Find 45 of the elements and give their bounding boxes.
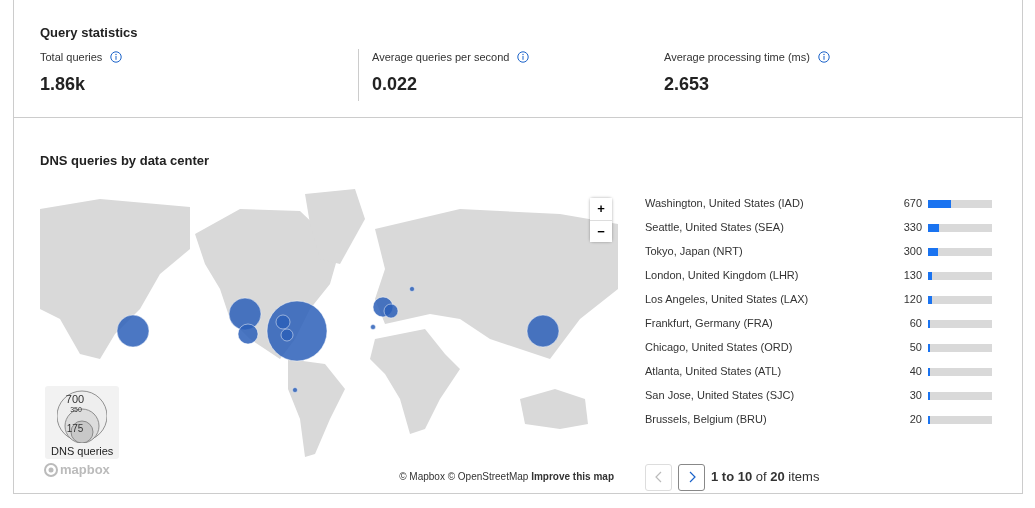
left-chevron-icon bbox=[654, 471, 663, 483]
query-count: 130 bbox=[902, 268, 923, 284]
right-chevron-icon bbox=[687, 471, 696, 483]
info-icon[interactable] bbox=[110, 50, 123, 63]
legend-value: 175 bbox=[66, 423, 84, 434]
zoom-in-button[interactable]: + bbox=[590, 197, 612, 220]
section-title: Query statistics bbox=[40, 24, 139, 42]
location-name: Washington, United States (IAD) bbox=[645, 196, 805, 212]
stat-value: 1.86k bbox=[40, 73, 87, 96]
location-name: Tokyo, Japan (NRT) bbox=[645, 244, 744, 260]
stat-value: 0.022 bbox=[372, 73, 419, 96]
stat-label: Average processing time (ms) bbox=[664, 49, 810, 65]
query-count: 50 bbox=[908, 340, 923, 356]
info-icon[interactable] bbox=[817, 50, 830, 63]
attribution-text: © Mapbox © OpenStreetMap bbox=[399, 470, 529, 482]
section-title: DNS queries by data center bbox=[40, 152, 211, 170]
query-count: 300 bbox=[902, 244, 923, 260]
query-count: 670 bbox=[902, 196, 923, 212]
legend-title: DNS queries bbox=[51, 443, 114, 459]
location-name: Frankfurt, Germany (FRA) bbox=[645, 316, 774, 332]
improve-map-link[interactable]: Improve this map bbox=[531, 470, 614, 482]
location-name: Seattle, United States (SEA) bbox=[645, 220, 785, 236]
pagination-summary: 1 to 10 of 20 items bbox=[711, 468, 820, 487]
location-name: Chicago, United States (ORD) bbox=[645, 340, 794, 356]
location-name: Atlanta, United States (ATL) bbox=[645, 364, 783, 380]
query-count: 120 bbox=[902, 292, 923, 308]
legend-circles-icon bbox=[57, 388, 107, 443]
next-page-button[interactable] bbox=[678, 463, 705, 491]
location-name: Los Angeles, United States (LAX) bbox=[645, 292, 810, 308]
location-name: Brussels, Belgium (BRU) bbox=[645, 412, 768, 428]
location-name: London, United Kingdom (LHR) bbox=[645, 268, 800, 284]
logo-text: mapbox bbox=[60, 461, 110, 479]
query-count: 20 bbox=[908, 412, 923, 428]
stat-label: Total queries bbox=[40, 49, 103, 65]
query-count: 330 bbox=[902, 220, 923, 236]
info-icon[interactable] bbox=[517, 50, 530, 63]
location-name: San Jose, United States (SJC) bbox=[645, 388, 796, 404]
stat-label: Average queries per second bbox=[372, 49, 510, 65]
legend-value: 700 bbox=[65, 393, 85, 405]
zoom-out-button[interactable]: − bbox=[590, 219, 612, 242]
query-count: 40 bbox=[908, 364, 923, 380]
stat-value: 2.653 bbox=[664, 73, 711, 96]
query-count: 60 bbox=[908, 316, 923, 332]
logo-icon bbox=[44, 462, 58, 477]
query-count: 30 bbox=[908, 388, 923, 404]
